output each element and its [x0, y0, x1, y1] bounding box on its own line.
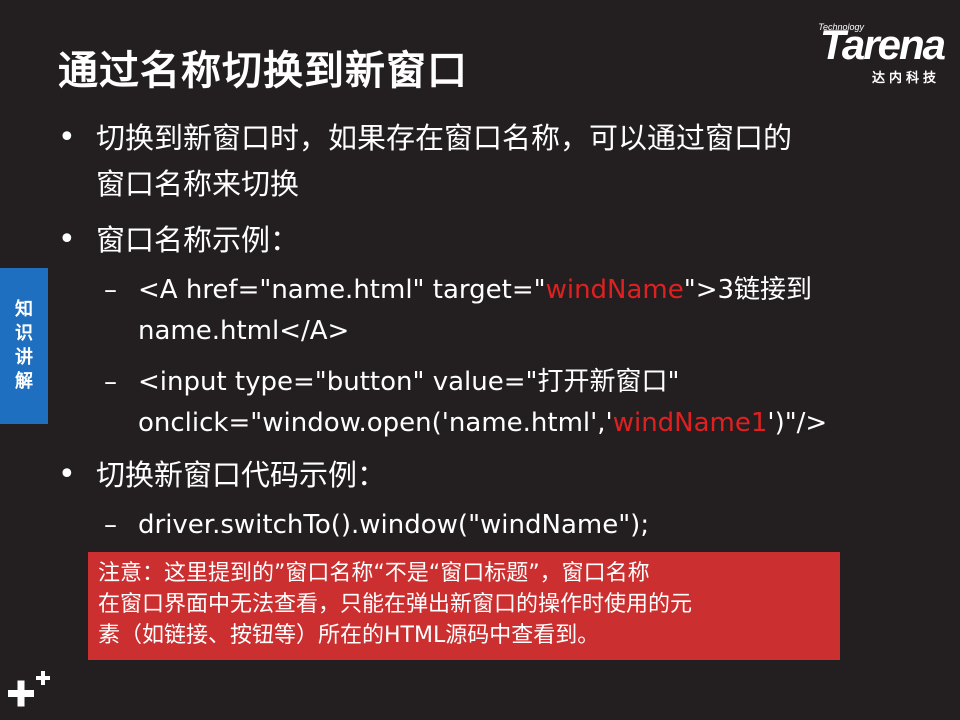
side-tab-char: 讲: [15, 347, 33, 368]
dash-icon: –: [104, 510, 117, 540]
bullet-2-line-1: 窗口名称示例：: [96, 223, 300, 257]
note-line: 素（如链接、按钮等）所在的HTML源码中查看到。: [98, 623, 600, 648]
side-tab-char: 解: [15, 371, 33, 392]
highlight-text: windName1: [612, 408, 768, 438]
sub-item-1-line-1: <A href="name.html" target="windName">3链…: [138, 270, 812, 310]
bullet-3-line-1: 切换新窗口代码示例：: [96, 458, 387, 492]
note-line: 注意：这里提到的”窗口名称“不是“窗口标题”，窗口名称: [98, 561, 650, 586]
bullet-dot-icon: •: [58, 120, 76, 155]
bullet-dot-icon: •: [58, 457, 76, 492]
sub-item-2-line-1: <input type="button" value="打开新窗口": [138, 367, 680, 397]
tarena-logo: Technology Tarena 达内科技: [774, 21, 946, 86]
side-tab-char: 知: [15, 299, 33, 320]
logo-cn-text: 达内科技: [871, 71, 940, 86]
sub-item-3-line-1: driver.switchTo().window("windName");: [138, 510, 650, 540]
bullet-1-line-2: 窗口名称来切换: [96, 167, 300, 201]
bullet-dot-icon: •: [58, 222, 76, 257]
bullet-1-line-1: 切换到新窗口时，如果存在窗口名称，可以通过窗口的: [96, 121, 793, 155]
logo-wordmark: Tarena: [819, 21, 946, 68]
side-tab-char: 识: [15, 323, 33, 344]
sub-item-1-line-2: name.html</A>: [138, 316, 350, 346]
dash-icon: –: [104, 275, 117, 305]
code-text: onclick="window.open('name.html',': [138, 408, 613, 438]
note-box: 注意：这里提到的”窗口名称“不是“窗口标题”，窗口名称 在窗口界面中无法查看，只…: [88, 552, 840, 660]
code-text: <A href="name.html" target=": [138, 275, 546, 305]
plus-mark-icon: [8, 671, 50, 707]
page-title: 通过名称切换到新窗口: [58, 48, 468, 94]
side-tab-knowledge: 知 识 讲 解: [0, 268, 48, 424]
highlight-text: windName: [545, 275, 684, 305]
dash-icon: –: [104, 367, 117, 397]
sub-item-2-line-2: onclick="window.open('name.html','windNa…: [138, 403, 827, 443]
note-line: 在窗口界面中无法查看，只能在弹出新窗口的操作时使用的元: [98, 592, 693, 617]
code-text: ">3链接到: [683, 275, 813, 305]
code-text: ')"/>: [767, 408, 828, 438]
